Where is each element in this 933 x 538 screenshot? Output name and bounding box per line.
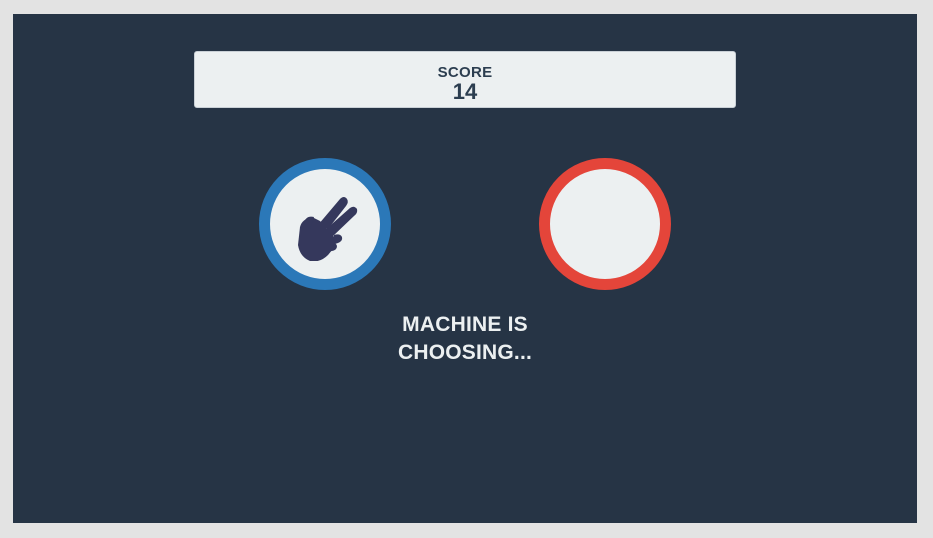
machine-choice-circle [539,158,671,290]
status-message: MACHINE IS CHOOSING... [13,311,917,367]
status-line-1: MACHINE IS [402,313,528,336]
scissors-hand-icon [298,197,358,261]
status-line-2: CHOOSING... [397,341,533,364]
player-choice-circle[interactable] [259,158,391,290]
score-value: 14 [452,79,478,104]
game-area: SCORE 14 MACHINE IS CHOOSING... [13,14,917,523]
score-panel: SCORE 14 [194,51,736,108]
